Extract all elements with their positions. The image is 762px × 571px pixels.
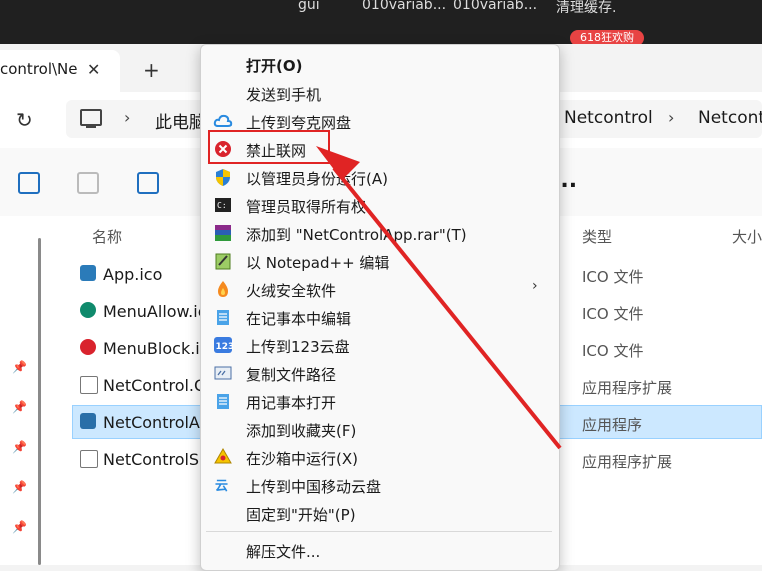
annotation-arrow — [316, 146, 562, 450]
